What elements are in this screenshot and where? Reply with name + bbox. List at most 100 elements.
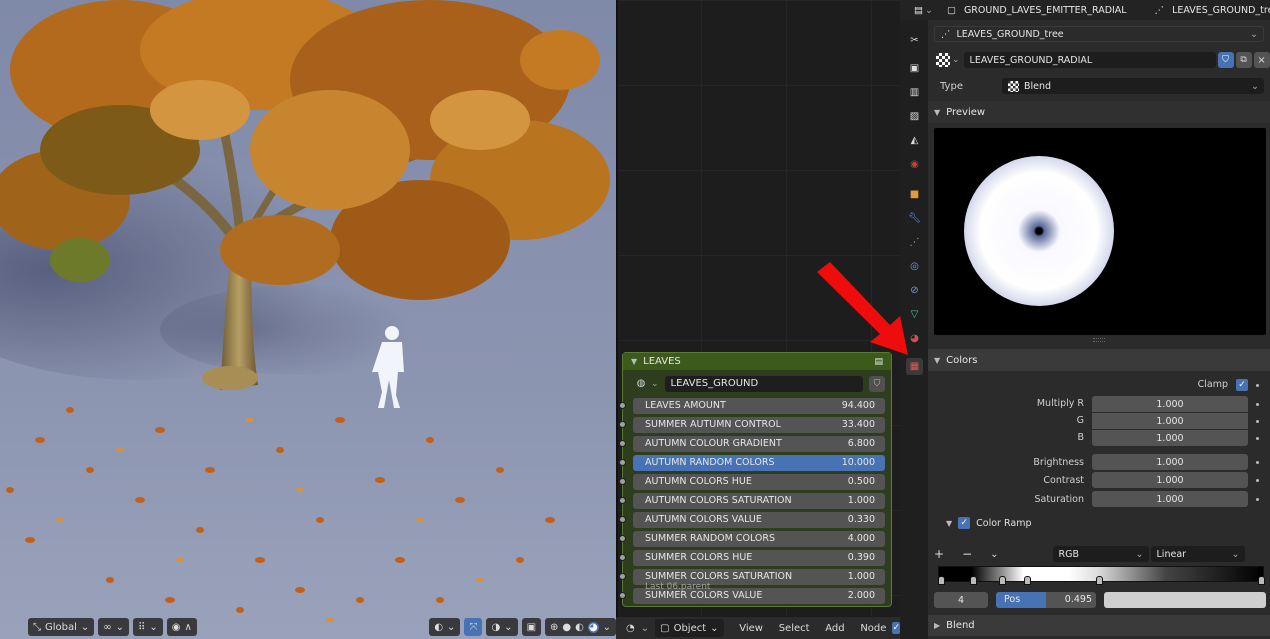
saturation-field[interactable]: 1.000	[1092, 491, 1248, 507]
colors-panel-header[interactable]: ▼ Colors	[928, 349, 1270, 371]
node-header[interactable]: ▼ LEAVES ▤	[623, 353, 891, 370]
tool-tab[interactable]: ✂	[906, 32, 923, 49]
node-tree-icon[interactable]: ◍	[633, 376, 649, 392]
render-tab[interactable]: ▣	[906, 60, 923, 77]
multiply-r-field[interactable]: 1.000	[1092, 396, 1248, 412]
solid-shading-icon[interactable]: ●	[562, 622, 571, 633]
unlink-button[interactable]: ×	[1253, 52, 1270, 68]
node-input-slider[interactable]: AUTUMN COLORS HUE 0.500	[633, 473, 885, 490]
multiply-g-field[interactable]: 1.000	[1092, 413, 1248, 429]
type-dropdown[interactable]: Blend ⌄	[1002, 78, 1264, 94]
node-input-slider[interactable]: AUTUMN COLOUR GRADIENT 6.800	[633, 435, 885, 452]
color-mode-dropdown[interactable]: RGB ⌄	[1052, 546, 1149, 562]
3d-viewport[interactable]: ⤡ Global ⌄ ∞ ⌄ ⠿ ⌄ ◉ ∧ ◐ ⌄ ⤧ ◑ ⌄ ▣ ⊕ ● ◐ ◕ ⌄	[0, 0, 616, 639]
blend-panel-header[interactable]: ▶ Blend	[928, 615, 1270, 636]
menu-select[interactable]: Select	[779, 623, 810, 634]
stop-color-swatch[interactable]	[1104, 592, 1266, 608]
input-socket[interactable]	[619, 554, 626, 561]
editor-type-icon[interactable]: ◔	[626, 623, 635, 634]
ramp-stop-marker[interactable]	[938, 576, 945, 585]
node-input-slider[interactable]: SUMMER COLORS HUE 0.390	[633, 549, 885, 566]
input-socket[interactable]	[619, 459, 626, 466]
menu-view[interactable]: View	[739, 623, 763, 634]
input-socket[interactable]	[619, 592, 626, 599]
overlay-dropdown[interactable]: ◑ ⌄	[486, 618, 518, 636]
brightness-field[interactable]: 1.000	[1092, 454, 1248, 470]
view-dropdown[interactable]: ◐ ⌄	[429, 618, 461, 636]
view-layer-tab[interactable]: ▨	[906, 108, 923, 125]
area-divider[interactable]	[616, 0, 618, 639]
input-socket[interactable]	[619, 478, 626, 485]
orientation-dropdown[interactable]: ⤡ Global ⌄	[28, 618, 95, 636]
object-mode-dropdown[interactable]: ▢ Object ⌄	[655, 619, 724, 637]
scene-tab[interactable]: ◭	[906, 132, 923, 149]
node-input-slider[interactable]: LEAVES AMOUNT 94.400	[633, 397, 885, 414]
output-tab[interactable]: ▥	[906, 84, 923, 101]
node-input-slider[interactable]: SUMMER AUTUMN CONTROL 33.400	[633, 416, 885, 433]
ramp-stop-marker[interactable]	[1096, 576, 1104, 585]
texture-tree-dropdown[interactable]: ⋰ LEAVES_GROUND_tree ⌄	[934, 26, 1264, 42]
xray-toggle[interactable]: ▣	[521, 618, 542, 636]
contrast-field[interactable]: 1.000	[1092, 472, 1248, 488]
texture-name-field[interactable]: LEAVES_GROUND_RADIAL	[963, 52, 1216, 68]
node-group-selector[interactable]: ◍ ⌄ LEAVES_GROUND ⛉	[633, 375, 885, 392]
proportional-edit-button[interactable]: ◉ ∧	[166, 618, 197, 636]
ramp-stop-marker[interactable]	[1258, 576, 1265, 585]
physics-tab[interactable]: ◎	[906, 258, 923, 275]
pos-slider[interactable]: Pos 0.495	[996, 592, 1096, 608]
snap-dropdown[interactable]: ⠿ ⌄	[133, 618, 163, 636]
data-tab[interactable]: ▽	[906, 306, 923, 323]
particles-tab[interactable]: ⋰	[906, 234, 923, 251]
ramp-stop-marker[interactable]	[998, 576, 1006, 585]
clamp-checkbox[interactable]: ✓	[1236, 379, 1248, 391]
pivot-dropdown[interactable]: ∞ ⌄	[98, 618, 130, 636]
checker-texture-icon[interactable]	[936, 53, 950, 67]
add-stop-button[interactable]: +	[934, 547, 944, 561]
interpolation-dropdown[interactable]: Linear ⌄	[1150, 546, 1245, 562]
world-tab[interactable]: ◉	[906, 156, 923, 173]
material-shading-icon[interactable]: ◐	[575, 622, 584, 633]
input-socket[interactable]	[619, 402, 626, 409]
multiply-b-field[interactable]: 1.000	[1092, 430, 1248, 446]
group-name-field[interactable]: LEAVES_GROUND	[664, 375, 863, 392]
ramp-menu-chevron-icon[interactable]: ⌄	[990, 549, 998, 560]
input-socket[interactable]	[619, 497, 626, 504]
input-socket[interactable]	[619, 573, 626, 580]
fake-user-button[interactable]: ⛉	[869, 375, 885, 392]
use-nodes-checkbox[interactable]: ✓	[892, 622, 900, 634]
group-node[interactable]: ▼ LEAVES ▤ ◍ ⌄ LEAVES_GROUND ⛉ LEAVES AM…	[619, 352, 892, 607]
node-input-slider[interactable]: AUTUMN COLORS VALUE 0.330	[633, 511, 885, 528]
menu-node[interactable]: Node	[860, 623, 886, 634]
input-socket[interactable]	[619, 421, 626, 428]
node-input-slider[interactable]: SUMMER RANDOM COLORS 4.000	[633, 530, 885, 547]
node-group-icon[interactable]: ▤	[874, 357, 883, 367]
ramp-stop-marker[interactable]	[970, 576, 977, 585]
color-ramp-checkbox[interactable]: ✓	[958, 517, 971, 529]
input-socket[interactable]	[619, 516, 626, 523]
color-ramp-subpanel-header[interactable]: ▼ ✓ Color Ramp	[946, 517, 1031, 529]
shading-modes[interactable]: ⊕ ● ◐ ◕ ⌄	[545, 618, 616, 636]
input-socket[interactable]	[619, 535, 626, 542]
ramp-stop-marker[interactable]	[1024, 576, 1032, 585]
duplicate-button[interactable]: ⧉	[1235, 52, 1252, 68]
fake-user-button[interactable]: ⛉	[1217, 52, 1234, 68]
node-input-slider[interactable]: AUTUMN COLORS SATURATION 1.000	[633, 492, 885, 509]
input-socket[interactable]	[619, 440, 626, 447]
modifier-tab[interactable]: 🔧︎	[906, 210, 923, 227]
active-stop-index[interactable]: 4	[934, 592, 988, 608]
material-tab[interactable]: ◕	[906, 330, 923, 347]
editor-type-icon[interactable]: ▤	[914, 5, 923, 16]
node-editor[interactable]: ▼ LEAVES ▤ ◍ ⌄ LEAVES_GROUND ⛉ LEAVES AM…	[616, 0, 900, 639]
resize-handle[interactable]	[1093, 338, 1105, 342]
wireframe-shading-icon[interactable]: ⊕	[550, 622, 558, 633]
remove-stop-button[interactable]: −	[962, 547, 972, 561]
texture-tab[interactable]: ▦	[906, 358, 923, 375]
node-input-slider[interactable]: AUTUMN RANDOM COLORS 10.000	[633, 454, 885, 471]
preview-panel-header[interactable]: ▼ Preview	[928, 101, 1270, 123]
collapse-icon[interactable]: ▼	[631, 357, 637, 366]
object-tab[interactable]: ■	[906, 186, 923, 203]
properties-editor[interactable]: ▤ ⌄ ▢ GROUND_LAVES_EMITTER_RADIAL ⋰ LEAV…	[900, 0, 1270, 639]
menu-add[interactable]: Add	[825, 623, 844, 634]
rendered-shading-icon[interactable]: ◕	[587, 621, 599, 633]
gizmo-toggle[interactable]: ⤧	[464, 618, 483, 636]
